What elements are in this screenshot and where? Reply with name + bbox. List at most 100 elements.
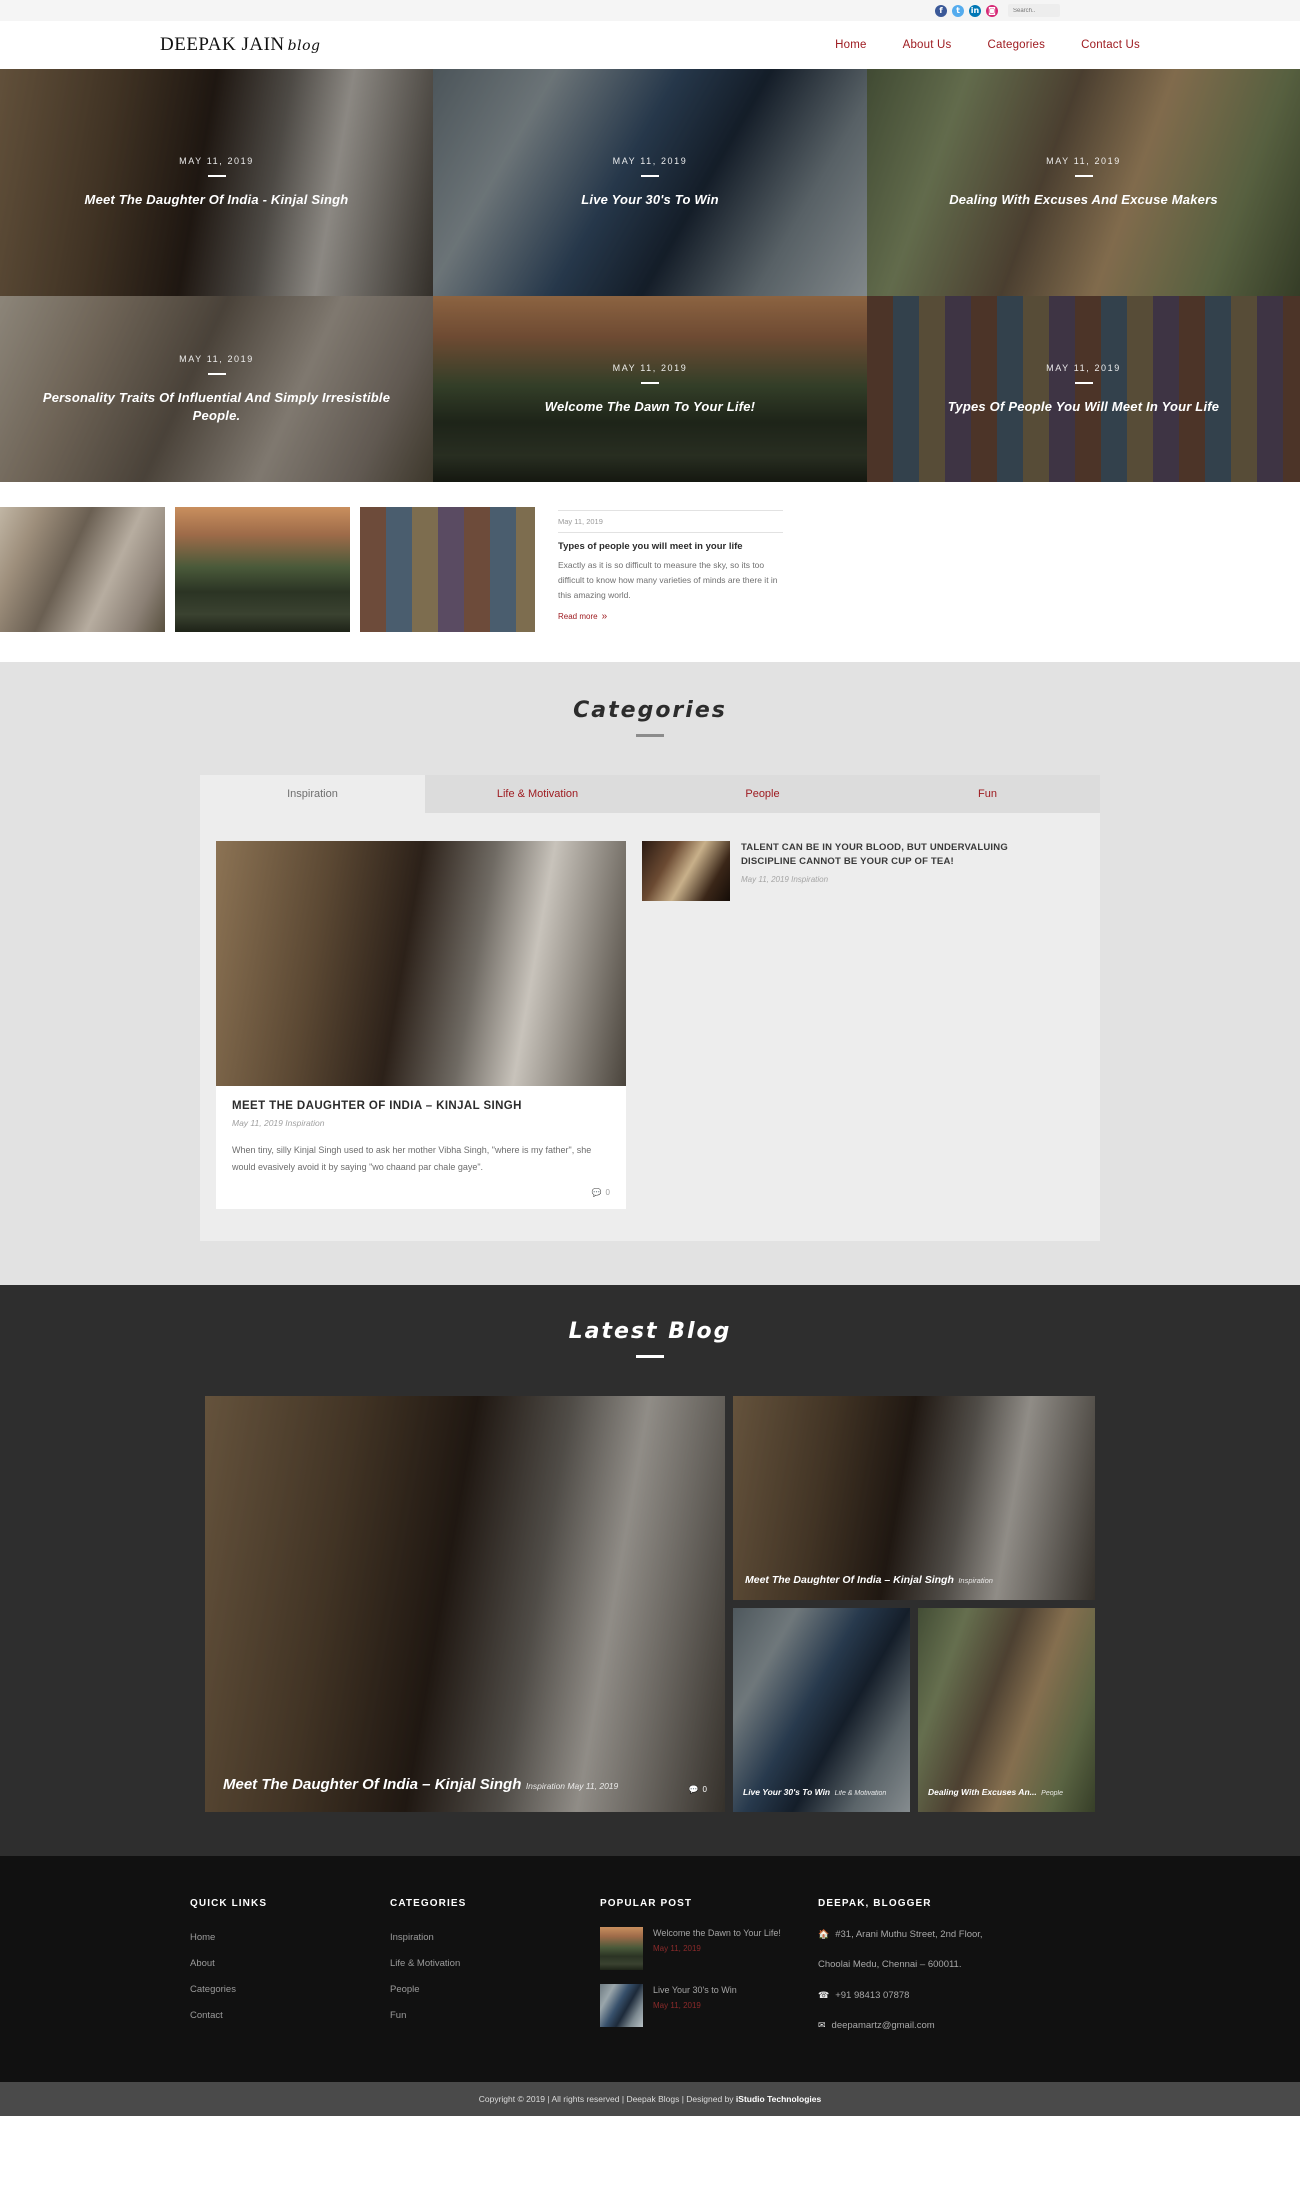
copyright-bar: Copyright © 2019 | All rights reserved |… [0, 2081, 1300, 2116]
popular-post-item[interactable]: Live Your 30's to Win May 11, 2019 [600, 1984, 818, 2028]
read-more-link[interactable]: Read more » [558, 611, 783, 622]
footer-link-contact[interactable]: Contact [190, 2010, 223, 2021]
divider [207, 372, 226, 375]
nav-item-categories[interactable]: Categories [987, 39, 1045, 51]
title-underline [636, 734, 664, 737]
footer-category-people[interactable]: People [390, 1984, 420, 1995]
latest-small-meta: Life & Motivation [834, 1790, 887, 1798]
hero-title: Dealing With Excuses And Excuse Makers [949, 192, 1218, 208]
category-tabs: Inspiration Life & Motivation People Fun [200, 775, 1100, 813]
strip-thumbnail[interactable] [0, 507, 165, 632]
nav-item-about-us[interactable]: About Us [903, 39, 952, 51]
latest-wide-meta: Inspiration [958, 1576, 993, 1586]
strip-thumbnail[interactable] [360, 507, 535, 632]
twitter-icon[interactable]: t [952, 4, 964, 17]
logo-suffix: blog [287, 38, 321, 54]
popular-post-item[interactable]: Welcome the Dawn to Your Life! May 11, 2… [600, 1927, 818, 1971]
card-overlay [205, 1396, 725, 1813]
footer-link-about[interactable]: About [190, 1958, 215, 1969]
nav-item-home[interactable]: Home [835, 39, 866, 51]
feature-post-title[interactable]: MEET THE DAUGHTER OF INDIA – KINJAL SING… [232, 1100, 610, 1112]
footer-category-life-and-motivation[interactable]: Life & Motivation [390, 1958, 460, 1969]
search-input[interactable] [1008, 4, 1060, 17]
thumb-strip-section: May 11, 2019 Types of people you will me… [0, 482, 1300, 662]
side-post-category: Inspiration [791, 874, 829, 884]
linkedin-icon[interactable]: in [969, 4, 981, 17]
feature-post-excerpt: When tiny, silly Kinjal Singh used to as… [232, 1145, 592, 1173]
latest-small-title: Dealing With Excuses An... [928, 1787, 1037, 1798]
hero-tile[interactable]: MAY 11, 2019 Personality Traits Of Influ… [0, 296, 433, 482]
logo-text: DEEPAK JAIN [160, 34, 285, 55]
nav-links: Home About Us Categories Contact Us [835, 39, 1140, 51]
popular-post-image [600, 1927, 643, 1971]
nav-item-contact-us[interactable]: Contact Us [1081, 39, 1140, 51]
excerpt-date: May 11, 2019 [558, 517, 603, 526]
divider [1074, 381, 1093, 384]
phone-icon: ☎ [818, 1989, 830, 2000]
hero-title: Meet The Daughter Of India - Kinjal Sing… [84, 192, 349, 208]
side-post-meta: May 11, 2019 Inspiration [741, 875, 1042, 884]
hero-tile[interactable]: MAY 11, 2019 Live Your 30's To Win [433, 69, 867, 296]
comment-count-value: 0 [702, 1785, 707, 1795]
hero-date: MAY 11, 2019 [1046, 362, 1121, 373]
feature-post-image [216, 841, 626, 1086]
latest-blog-section: Latest Blog Meet The Daughter Of India –… [0, 1285, 1300, 1857]
latest-big-title: Meet The Daughter Of India – Kinjal Sing… [223, 1776, 522, 1794]
hero-tile[interactable]: MAY 11, 2019 Welcome The Dawn To Your Li… [433, 296, 867, 482]
site-footer: QUICK LINKS Home About Categories Contac… [0, 1856, 1300, 2082]
latest-wide-card[interactable]: Meet The Daughter Of India – Kinjal Sing… [733, 1396, 1095, 1601]
excerpt-title[interactable]: Types of people you will meet in your li… [558, 532, 783, 558]
latest-big-card[interactable]: Meet The Daughter Of India – Kinjal Sing… [205, 1396, 725, 1813]
latest-side-column: Meet The Daughter Of India – Kinjal Sing… [733, 1396, 1095, 1813]
site-logo[interactable]: DEEPAK JAIN blog [160, 34, 320, 56]
footer-category-fun[interactable]: Fun [390, 2010, 406, 2021]
divider [641, 381, 659, 384]
mail-icon: ✉ [818, 2019, 826, 2030]
footer-phone-row: ☎ +91 98413 07878 [818, 1988, 1110, 2003]
strip-excerpt-card: May 11, 2019 Types of people you will me… [558, 507, 783, 622]
divider [641, 175, 659, 178]
side-post-item[interactable]: TALENT CAN BE IN YOUR BLOOD, BUT UNDERVA… [642, 841, 1042, 901]
section-title: Categories [573, 698, 727, 723]
latest-small-title: Live Your 30's To Win [743, 1787, 831, 1798]
side-post-title[interactable]: TALENT CAN BE IN YOUR BLOOD, BUT UNDERVA… [741, 841, 1042, 870]
facebook-icon[interactable]: f [935, 4, 947, 17]
category-tab-panel: MEET THE DAUGHTER OF INDIA – KINJAL SING… [200, 813, 1100, 1242]
popular-post-date: May 11, 2019 [653, 2000, 701, 2010]
footer-phone[interactable]: +91 98413 07878 [835, 1988, 909, 2003]
hero-tile[interactable]: MAY 11, 2019 Meet The Daughter Of India … [0, 69, 433, 296]
popular-post-image [600, 1984, 643, 2028]
hero-date: MAY 11, 2019 [612, 156, 688, 167]
footer-email[interactable]: deepamartz@gmail.com [832, 2018, 935, 2033]
hero-date: MAY 11, 2019 [179, 353, 254, 364]
latest-small-card[interactable]: Dealing With Excuses An... People [918, 1608, 1095, 1813]
comment-icon: 💬 [688, 1785, 699, 1795]
hero-title: Live Your 30's To Win [581, 192, 719, 208]
footer-category-inspiration[interactable]: Inspiration [390, 1932, 434, 1943]
tab-people[interactable]: People [650, 775, 875, 813]
hero-tile[interactable]: MAY 11, 2019 Dealing With Excuses And Ex… [867, 69, 1300, 296]
feature-post-card[interactable]: MEET THE DAUGHTER OF INDIA – KINJAL SING… [216, 841, 626, 1210]
footer-link-categories[interactable]: Categories [190, 1984, 236, 1995]
tab-fun[interactable]: Fun [875, 775, 1100, 813]
footer-contact: DEEPAK, BLOGGER 🏠 #31, Arani Muthu Stree… [818, 1898, 1110, 2048]
hero-date: MAY 11, 2019 [179, 156, 254, 167]
latest-wide-title: Meet The Daughter Of India – Kinjal Sing… [745, 1574, 954, 1587]
strip-thumbnail[interactable] [175, 507, 350, 632]
section-title: Latest Blog [568, 1319, 732, 1345]
feature-post-date: May 11, 2019 [232, 1118, 283, 1128]
latest-small-card[interactable]: Live Your 30's To Win Life & Motivation [733, 1608, 910, 1813]
popular-post-title: Welcome the Dawn to Your Life! [653, 1928, 781, 1939]
hero-tile[interactable]: MAY 11, 2019 Types Of People You Will Me… [867, 296, 1300, 482]
instagram-icon[interactable]: ◙ [986, 4, 998, 17]
footer-heading-quick-links: QUICK LINKS [190, 1898, 268, 1910]
tab-life-and-motivation[interactable]: Life & Motivation [425, 775, 650, 813]
topbar: f t in ◙ [0, 0, 1300, 21]
divider [1074, 175, 1093, 178]
tab-inspiration[interactable]: Inspiration [200, 775, 425, 813]
footer-categories: CATEGORIES Inspiration Life & Motivation… [390, 1898, 600, 2048]
footer-link-home[interactable]: Home [190, 1932, 215, 1943]
hero-grid: MAY 11, 2019 Meet The Daughter Of India … [0, 69, 1300, 482]
copyright-brand[interactable]: iStudio Technologies [736, 2094, 821, 2104]
thumb-strip: May 11, 2019 Types of people you will me… [0, 507, 1300, 632]
